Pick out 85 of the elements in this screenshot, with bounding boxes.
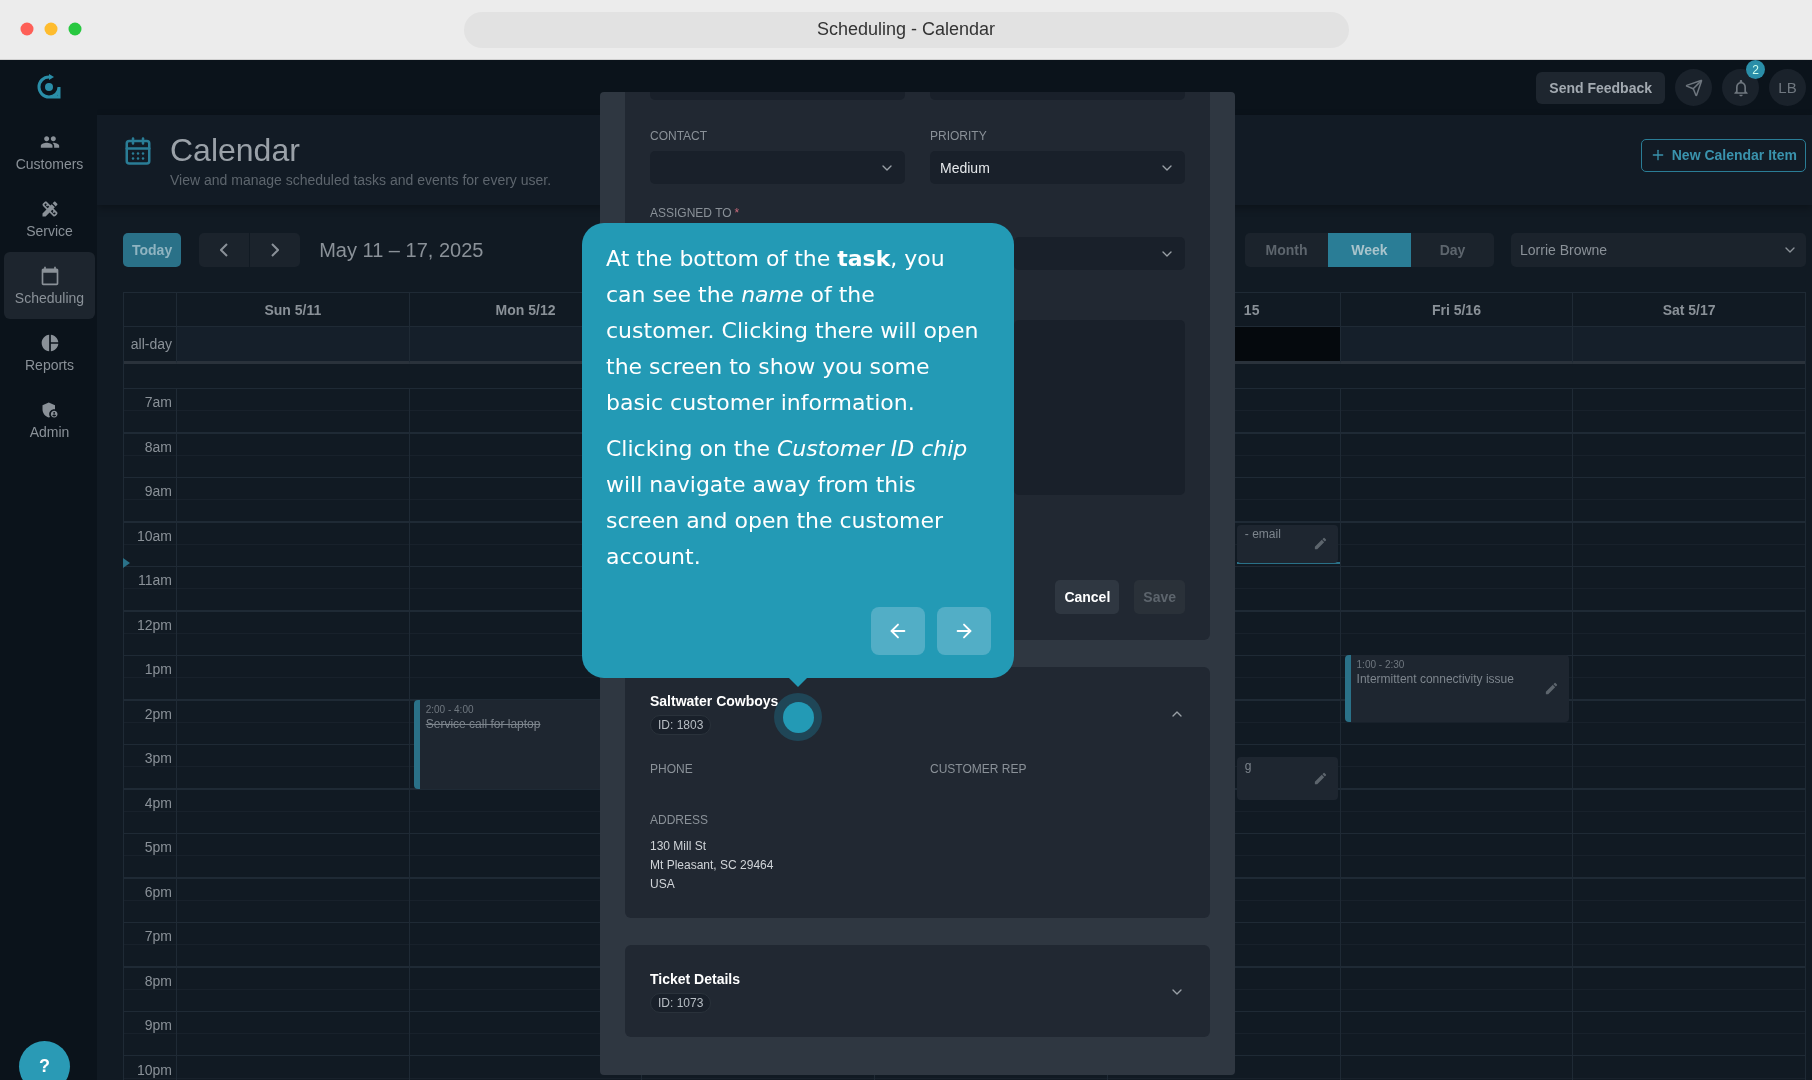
address-line: Mt Pleasant, SC 29464 <box>650 857 775 874</box>
view-tab[interactable]: Day <box>1411 233 1494 267</box>
time-label: 7pm <box>144 928 172 944</box>
pencil-icon[interactable] <box>1543 681 1559 696</box>
calendar-icon <box>123 136 153 166</box>
calendar-event[interactable]: 1:00 - 2:30 Intermittent connectivity issue <box>1344 655 1569 722</box>
card-title[interactable]: Saltwater Cowboys <box>650 693 779 709</box>
detail-label: ADDRESS <box>650 813 709 827</box>
today-button[interactable]: Today <box>123 233 182 267</box>
sidebar-item-label: Customers <box>15 155 84 172</box>
time-label: 2pm <box>144 705 172 722</box>
event-title: Service call for laptop <box>425 716 541 731</box>
all-day-label: all-day <box>130 336 172 352</box>
user-avatar[interactable]: LB <box>1769 69 1806 106</box>
card-title[interactable]: Ticket Details <box>650 971 740 987</box>
pencil-icon[interactable] <box>1312 536 1328 552</box>
action-button[interactable]: Cancel <box>1055 580 1120 614</box>
view-tab[interactable]: Month <box>1245 233 1328 267</box>
event-title: Intermittent connectivity issue <box>1356 672 1514 686</box>
now-indicator-icon <box>123 558 130 568</box>
time-label: 11am <box>138 572 172 588</box>
select-field[interactable] <box>1014 237 1185 270</box>
calendar-icon <box>39 265 60 286</box>
user-select[interactable]: Lorrie Browne <box>1511 233 1806 267</box>
time-label: 3pm <box>144 750 172 766</box>
time-label: 10pm <box>136 1061 172 1078</box>
sidebar-item[interactable]: Reports <box>4 319 95 386</box>
send-feedback-button[interactable]: Send Feedback <box>1536 71 1665 104</box>
sidebar-item-label: Reports <box>25 356 74 373</box>
time-label: 4pm <box>144 794 172 811</box>
select-field[interactable]: Medium <box>930 151 1185 184</box>
tooltip-text: Clicking on the Customer ID chip will navigate away from this screen and open the customer account. <box>606 435 969 571</box>
new-calendar-item-button[interactable]: New Calendar Item <box>1640 138 1806 172</box>
time-label: 7am <box>144 394 172 410</box>
sidebar-item-label: Scheduling <box>14 289 85 306</box>
sidebar-item[interactable]: Customers <box>4 118 95 185</box>
next-week-button[interactable] <box>250 233 301 267</box>
send-button[interactable] <box>1675 69 1712 106</box>
event-title: g <box>1244 759 1252 774</box>
chevron-right-icon <box>271 243 280 257</box>
detail-label: CUSTOMER REP <box>930 762 1028 776</box>
event-time: 1:00 - 2:30 <box>1356 659 1405 670</box>
time-label: 9am <box>144 483 172 499</box>
time-label: 9pm <box>144 1017 172 1033</box>
time-label: 6pm <box>144 883 172 900</box>
time-label: 10am <box>136 527 172 544</box>
field-label: PRIORITY <box>930 129 988 143</box>
page-subtitle: View and manage scheduled tasks and events for every user. <box>170 172 552 188</box>
page-title: Calendar <box>170 132 301 168</box>
id-chip[interactable]: ID: 1803 <box>650 715 712 735</box>
time-label: 8am <box>144 438 172 455</box>
id-chip[interactable]: ID: 1073 <box>650 993 712 1013</box>
calendar-event[interactable]: 2:00 - 4:00 Service call for laptop <box>413 699 602 789</box>
notification-badge: 2 <box>1746 60 1765 79</box>
paper-plane-icon <box>1684 78 1703 97</box>
previous-week-button[interactable] <box>199 233 250 267</box>
time-label: 5pm <box>144 839 172 855</box>
detail-label: PHONE <box>650 762 694 776</box>
field-label: ASSIGNED TO * <box>650 206 741 220</box>
address-line: 130 Mill St <box>650 838 708 855</box>
next-button[interactable] <box>937 607 991 655</box>
sidebar-item-label: Service <box>26 222 73 239</box>
window-controls-icon[interactable] <box>20 22 82 36</box>
sidebar-item[interactable]: Admin <box>4 386 95 453</box>
calendar-event[interactable]: g <box>1236 757 1338 800</box>
pie-chart-icon <box>39 332 60 353</box>
window-title: Scheduling - Calendar <box>463 11 1349 48</box>
sidebar-item-label: Admin <box>29 423 70 440</box>
pencil-icon[interactable] <box>1312 770 1328 786</box>
view-tab[interactable]: Week <box>1328 233 1411 267</box>
time-label: 1pm <box>144 661 172 677</box>
address-line: USA <box>650 876 676 893</box>
time-label: 8pm <box>144 972 172 989</box>
field-label: CONTACT <box>650 129 709 143</box>
back-button[interactable] <box>871 607 925 655</box>
select-field[interactable] <box>650 151 905 184</box>
help-button[interactable]: ? <box>19 1041 70 1080</box>
logo-icon <box>36 74 61 100</box>
chevron-left-icon <box>220 243 229 257</box>
time-label: 12pm <box>136 616 172 633</box>
event-time: 2:00 - 4:00 <box>425 703 474 715</box>
event-title: - email <box>1244 527 1281 542</box>
date-range: May 11 – 17, 2025 <box>319 238 484 262</box>
sidebar-item[interactable]: Scheduling <box>4 252 95 319</box>
sidebar-item[interactable]: Service <box>4 185 95 252</box>
